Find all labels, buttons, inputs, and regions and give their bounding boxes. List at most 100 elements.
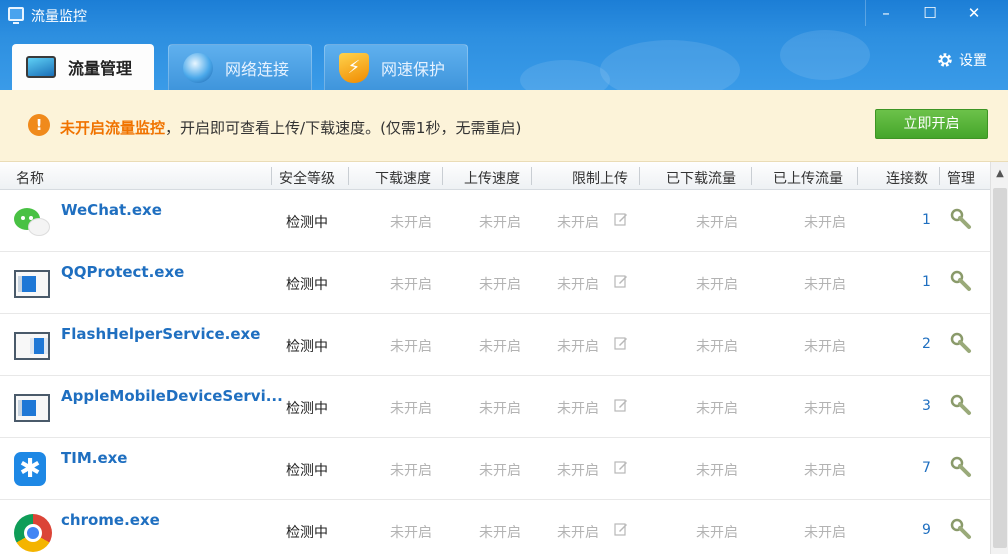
settings-button[interactable]: 设置 (936, 50, 987, 70)
downloaded-traffic: 未开启 (696, 277, 738, 293)
gear-icon (938, 53, 952, 67)
column-header-uploaded[interactable]: 已上传流量 (773, 168, 843, 188)
edit-icon[interactable] (614, 274, 628, 288)
process-name[interactable]: WeChat.exe (61, 201, 162, 219)
column-divider[interactable] (639, 167, 640, 185)
edit-icon[interactable] (614, 522, 628, 536)
column-header-upload-limit[interactable]: 限制上传 (572, 168, 628, 188)
download-speed: 未开启 (390, 463, 432, 479)
connection-count[interactable]: 7 (922, 460, 931, 476)
window-title: 流量监控 (31, 9, 87, 25)
column-header-security[interactable]: 安全等级 (279, 168, 335, 188)
security-level: 检测中 (286, 525, 328, 541)
wechat-icon (14, 204, 52, 242)
table-row[interactable]: FlashHelperService.exe 检测中 未开启 未开启 未开启 未… (0, 314, 990, 376)
tim-icon: ✱ (14, 452, 52, 490)
wrench-icon[interactable] (950, 518, 972, 540)
table-row[interactable]: QQProtect.exe 检测中 未开启 未开启 未开启 未开启 未开启 1 (0, 252, 990, 314)
connection-count[interactable]: 2 (922, 336, 931, 352)
upload-limit: 未开启 (557, 339, 599, 355)
download-speed: 未开启 (390, 401, 432, 417)
column-header-connections[interactable]: 连接数 (886, 168, 928, 188)
monitor-disabled-banner: ! 未开启流量监控，开启即可查看上传/下载速度。(仅需1秒，无需重启) (0, 90, 1008, 162)
uploaded-traffic: 未开启 (804, 401, 846, 417)
maximize-button[interactable]: ☐ (908, 0, 952, 26)
upload-limit: 未开启 (557, 277, 599, 293)
banner-message: 未开启流量监控，开启即可查看上传/下载速度。(仅需1秒，无需重启) (60, 117, 521, 138)
process-name[interactable]: AppleMobileDeviceServi... (61, 387, 283, 405)
downloaded-traffic: 未开启 (696, 525, 738, 541)
security-level: 检测中 (286, 277, 328, 293)
upload-speed: 未开启 (479, 339, 521, 355)
upload-speed: 未开启 (479, 401, 521, 417)
header: 流量监控 – ☐ ✕ 流量管理 网络连接 ⚡ 网速保护 设置 (0, 0, 1008, 90)
wrench-icon[interactable] (950, 270, 972, 292)
upload-speed: 未开启 (479, 215, 521, 231)
table-row[interactable]: WeChat.exe 检测中 未开启 未开启 未开启 未开启 未开启 1 (0, 190, 990, 252)
column-header-name[interactable]: 名称 (16, 168, 44, 188)
upload-speed: 未开启 (479, 525, 521, 541)
column-header-download-speed[interactable]: 下载速度 (375, 168, 431, 188)
close-button[interactable]: ✕ (952, 0, 996, 26)
connection-count[interactable]: 1 (922, 212, 931, 228)
column-divider[interactable] (939, 167, 940, 185)
globe-icon (183, 52, 213, 83)
tab-traffic-management[interactable]: 流量管理 (12, 44, 154, 90)
column-divider[interactable] (271, 167, 272, 185)
edit-icon[interactable] (614, 336, 628, 350)
process-name[interactable]: FlashHelperService.exe (61, 325, 260, 343)
upload-limit: 未开启 (557, 401, 599, 417)
warning-icon: ! (28, 114, 50, 136)
download-speed: 未开启 (390, 339, 432, 355)
wrench-icon[interactable] (950, 208, 972, 230)
connection-count[interactable]: 3 (922, 398, 931, 414)
edit-icon[interactable] (614, 212, 628, 226)
column-divider[interactable] (348, 167, 349, 185)
edit-icon[interactable] (614, 398, 628, 412)
security-level: 检测中 (286, 215, 328, 231)
window-app-icon (14, 266, 52, 304)
cloud-decoration (600, 40, 740, 90)
cloud-decoration (780, 30, 870, 80)
wrench-icon[interactable] (950, 456, 972, 478)
download-speed: 未开启 (390, 277, 432, 293)
vertical-scrollbar[interactable]: ▲ (990, 162, 1008, 554)
table-row[interactable]: AppleMobileDeviceServi... 检测中 未开启 未开启 未开… (0, 376, 990, 438)
minimize-button[interactable]: – (864, 0, 908, 26)
column-divider[interactable] (857, 167, 858, 185)
wrench-icon[interactable] (950, 332, 972, 354)
column-divider[interactable] (751, 167, 752, 185)
upload-limit: 未开启 (557, 463, 599, 479)
tab-network-connections[interactable]: 网络连接 (168, 44, 312, 90)
monitor-icon (26, 52, 56, 82)
tab-label: 流量管理 (68, 59, 133, 78)
uploaded-traffic: 未开启 (804, 463, 846, 479)
column-header-upload-speed[interactable]: 上传速度 (464, 168, 520, 188)
scroll-thumb[interactable] (993, 188, 1007, 548)
table-row[interactable]: ✱ TIM.exe 检测中 未开启 未开启 未开启 未开启 未开启 7 (0, 438, 990, 500)
uploaded-traffic: 未开启 (804, 525, 846, 541)
process-name[interactable]: QQProtect.exe (61, 263, 184, 281)
process-name[interactable]: chrome.exe (61, 511, 160, 529)
edit-icon[interactable] (614, 460, 628, 474)
connection-count[interactable]: 9 (922, 522, 931, 538)
title-bar: 流量监控 – ☐ ✕ (0, 0, 1008, 30)
chrome-icon (14, 514, 52, 552)
window-app-icon (14, 390, 52, 428)
wrench-icon[interactable] (950, 394, 972, 416)
downloaded-traffic: 未开启 (696, 339, 738, 355)
enable-now-button[interactable]: 立即开启 (875, 109, 988, 139)
scroll-up-arrow-icon[interactable]: ▲ (991, 162, 1008, 186)
table-row[interactable]: chrome.exe 检测中 未开启 未开启 未开启 未开启 未开启 9 (0, 500, 990, 554)
downloaded-traffic: 未开启 (696, 463, 738, 479)
column-divider[interactable] (531, 167, 532, 185)
process-name[interactable]: TIM.exe (61, 449, 127, 467)
tab-speed-protection[interactable]: ⚡ 网速保护 (324, 44, 468, 90)
connection-count[interactable]: 1 (922, 274, 931, 290)
banner-detail: ，开启即可查看上传/下载速度。(仅需1秒，无需重启) (165, 119, 522, 137)
download-speed: 未开启 (390, 215, 432, 231)
column-header-downloaded[interactable]: 已下载流量 (666, 168, 736, 188)
column-divider[interactable] (442, 167, 443, 185)
speed-shield-icon: ⚡ (339, 52, 369, 83)
upload-speed: 未开启 (479, 277, 521, 293)
